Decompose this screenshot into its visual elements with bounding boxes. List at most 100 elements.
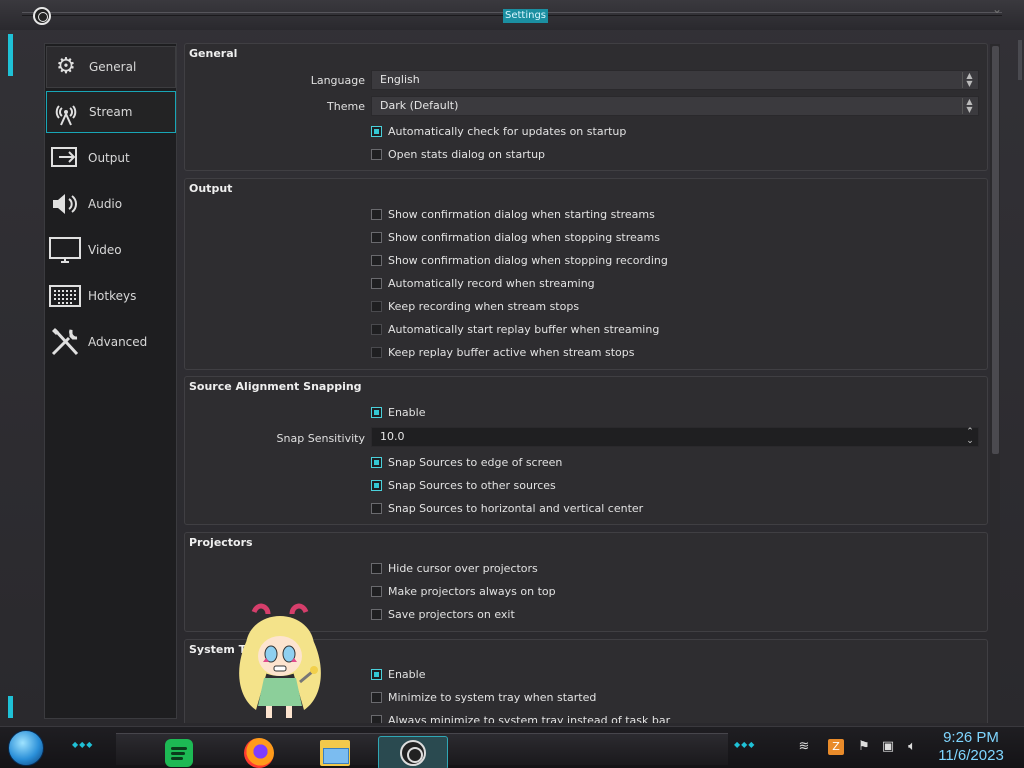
left-edge-accent-bottom [8,696,13,718]
snap-sensitivity-spinbox[interactable]: 10.0 ⌃ ⌄ [371,427,979,447]
check-projectors-on-top[interactable]: Make projectors always on top [371,583,556,599]
window-title: Settings [503,9,549,23]
keyboard-icon [48,279,82,313]
checkbox[interactable] [371,323,382,335]
checkbox[interactable] [371,277,382,289]
check-keep-replay-buffer[interactable]: Keep replay buffer active when stream st… [371,344,635,360]
spotify-icon [165,739,193,767]
show-hidden-icons-icon[interactable]: ≋ [796,739,812,755]
title-bar[interactable]: Settings ⌄ [0,0,1024,30]
clock-time: 9:26 PM [943,729,999,746]
obs-logo-icon [33,7,51,25]
check-snapping-enable[interactable]: Enable [371,404,425,420]
check-confirm-stop-recording[interactable]: Show confirmation dialog when stopping r… [371,252,668,268]
sidebar-item-label: Advanced [88,335,148,349]
taskbar: ◆◆◆ ◆◆◆ ≋ Z ⚑ ▣ 🔈︎ 9:26 PM 11/6/2023 [0,726,1024,768]
start-button[interactable] [8,730,44,766]
taskbar-spotify[interactable] [160,736,198,768]
check-hide-cursor[interactable]: Hide cursor over projectors [371,560,538,576]
check-snap-edge[interactable]: Snap Sources to edge of screen [371,454,562,470]
check-snap-sources[interactable]: Snap Sources to other sources [371,477,556,493]
checkbox[interactable] [371,668,382,680]
settings-window: Settings ⌄ ⚙ General Stream Output Audio [0,0,1024,726]
sidebar-item-label: Video [88,243,122,257]
right-edge-ornament [1018,40,1022,80]
clock-date: 11/6/2023 [938,747,1004,764]
theme-select[interactable]: Dark (Default) ▲ ▼ [371,96,979,116]
checkbox[interactable] [371,562,382,574]
sidebar-item-label: General [89,60,137,74]
checkbox[interactable] [371,608,382,620]
checkbox[interactable] [371,254,382,266]
sidebar-item-label: Stream [89,105,133,119]
network-icon[interactable]: ▣ [880,739,896,755]
check-keep-recording[interactable]: Keep recording when stream stops [371,298,579,314]
checkbox[interactable] [371,346,382,358]
group-title: Projectors [189,536,253,549]
check-minimize-tray-start[interactable]: Minimize to system tray when started [371,689,596,705]
checkbox[interactable] [371,208,382,220]
checkbox[interactable] [371,585,382,597]
check-tray-enable[interactable]: Enable [371,666,425,682]
checkbox[interactable] [371,691,382,703]
scrollbar-thumb[interactable] [992,46,999,454]
group-general: General Language English ▲ ▼ Theme Dark (… [184,43,988,171]
check-auto-updates[interactable]: Automatically check for updates on start… [371,123,626,139]
checkbox[interactable] [371,148,382,160]
checkbox[interactable] [371,456,382,468]
taskbar-clock[interactable]: 9:26 PM 11/6/2023 [928,729,1014,765]
snap-sensitivity-label: Snap Sensitivity [276,432,365,445]
gear-icon: ⚙ [56,54,76,79]
check-confirm-stop-stream[interactable]: Show confirmation dialog when stopping s… [371,229,660,245]
sidebar-item-label: Hotkeys [88,289,137,303]
spin-arrows-icon[interactable]: ⌃ ⌄ [963,428,977,446]
settings-sidebar: ⚙ General Stream Output Audio Video Hotk… [44,43,177,719]
sidebar-item-general[interactable]: ⚙ General [46,46,176,88]
language-value: English [380,73,420,86]
taskbar-apps-band [116,733,728,768]
checkbox[interactable] [371,300,382,312]
checkbox[interactable] [371,406,382,418]
sidebar-item-advanced[interactable]: Advanced [46,321,176,363]
app-tray-icon[interactable]: Z [828,739,844,755]
theme-value: Dark (Default) [380,99,459,112]
sidebar-item-video[interactable]: Video [46,229,176,271]
checkbox[interactable] [371,714,382,723]
taskbar-file-explorer[interactable] [316,736,354,768]
sidebar-item-stream[interactable]: Stream [46,91,176,133]
speaker-icon [48,187,82,221]
check-auto-replay-buffer[interactable]: Automatically start replay buffer when s… [371,321,659,337]
check-confirm-start-stream[interactable]: Show confirmation dialog when starting s… [371,206,655,222]
language-select[interactable]: English ▲ ▼ [371,70,979,90]
group-title: General [189,47,238,60]
volume-icon[interactable]: 🔈︎ [904,739,920,755]
checkbox[interactable] [371,231,382,243]
check-always-minimize-tray[interactable]: Always minimize to system tray instead o… [371,712,670,723]
obs-icon [400,740,426,766]
sidebar-item-audio[interactable]: Audio [46,183,176,225]
check-auto-record[interactable]: Automatically record when streaming [371,275,595,291]
sidebar-item-output[interactable]: Output [46,137,176,179]
sidebar-item-label: Output [88,151,130,165]
checkbox[interactable] [371,125,382,137]
flag-icon[interactable]: ⚑ [856,739,872,755]
taskbar-firefox[interactable] [240,736,278,768]
output-icon [48,141,82,175]
sidebar-item-hotkeys[interactable]: Hotkeys [46,275,176,317]
language-label: Language [310,74,365,87]
theme-label: Theme [327,100,365,113]
check-save-projectors[interactable]: Save projectors on exit [371,606,515,622]
snap-sensitivity-value: 10.0 [380,430,405,443]
tools-icon [48,325,82,359]
checkbox[interactable] [371,479,382,491]
vertical-scrollbar[interactable] [990,44,1000,720]
updown-arrows-icon: ▲ ▼ [962,98,976,114]
left-edge-accent [8,34,13,76]
taskbar-obs[interactable] [378,736,448,768]
check-open-stats[interactable]: Open stats dialog on startup [371,146,545,162]
group-title: Output [189,182,233,195]
check-snap-center[interactable]: Snap Sources to horizontal and vertical … [371,500,643,516]
checkbox[interactable] [371,502,382,514]
file-explorer-icon [320,740,350,766]
group-output: Output Show confirmation dialog when sta… [184,178,988,370]
